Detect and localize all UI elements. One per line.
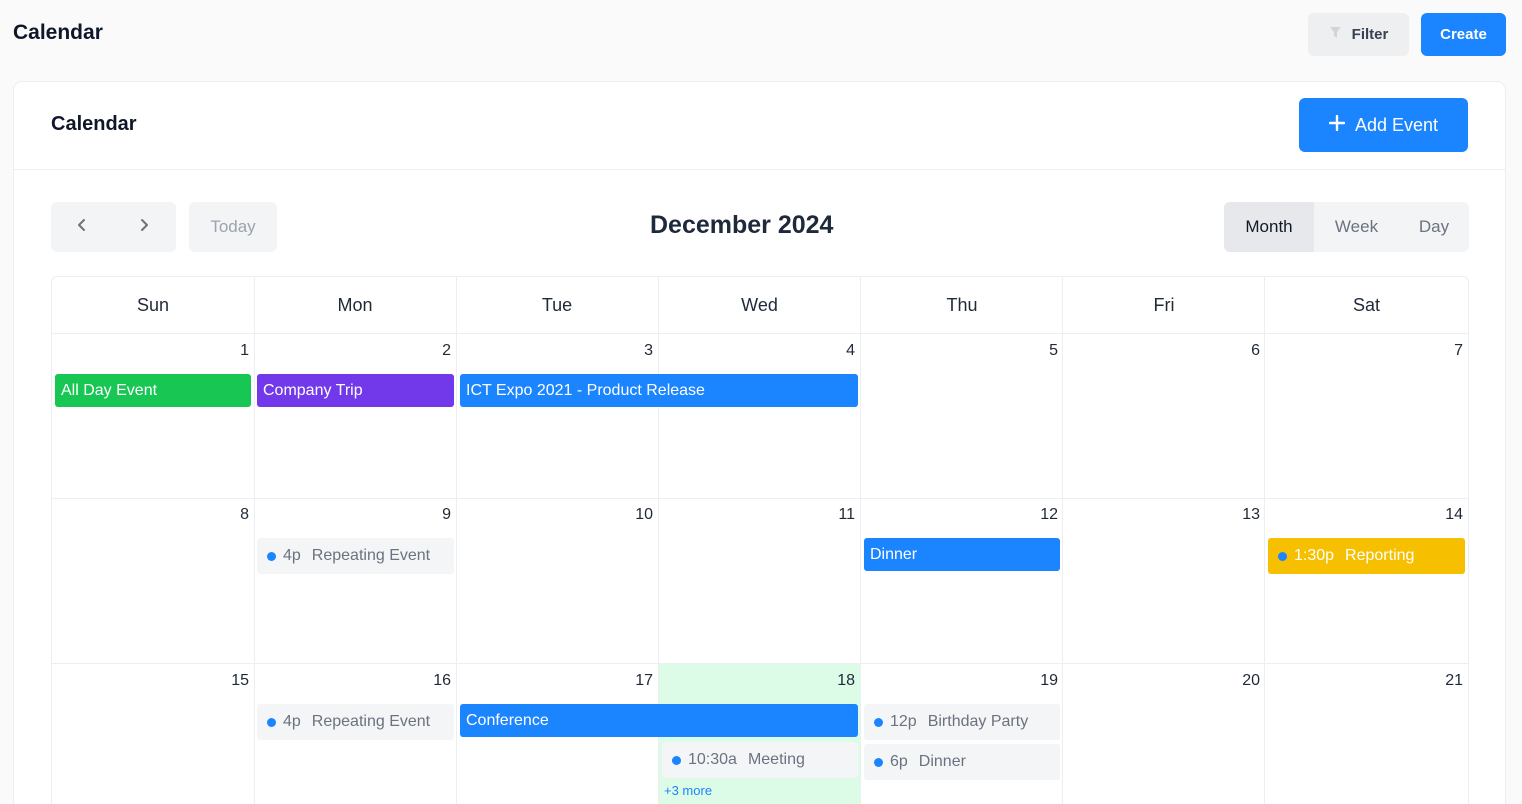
dow-header: Thu xyxy=(861,277,1063,334)
event-item[interactable]: 1:30p Reporting xyxy=(1268,538,1465,574)
day-number[interactable]: 3 xyxy=(623,342,653,360)
grid-divider xyxy=(456,277,457,804)
day-number[interactable]: 21 xyxy=(1433,672,1463,690)
dow-header: Wed xyxy=(658,277,861,334)
month-grid: Sun Mon Tue Wed Thu Fri Sat 1 2 3 4 5 6 … xyxy=(51,276,1469,804)
event-dot xyxy=(1278,551,1287,561)
event-dot xyxy=(874,757,883,767)
calendar-card: Calendar Add Event Today December 2024 M… xyxy=(13,81,1506,804)
view-week-button[interactable]: Week xyxy=(1314,202,1399,252)
event-dot xyxy=(267,717,276,727)
dow-header: Sun xyxy=(52,277,254,334)
filter-icon xyxy=(1329,26,1342,44)
day-number[interactable]: 2 xyxy=(421,342,451,360)
event-dot xyxy=(874,717,883,727)
grid-divider xyxy=(1062,277,1063,804)
dow-header: Fri xyxy=(1063,277,1265,334)
day-number[interactable]: 10 xyxy=(623,506,653,524)
event-bar[interactable]: Company Trip xyxy=(257,374,454,407)
event-title: Meeting xyxy=(747,751,805,768)
day-number[interactable]: 13 xyxy=(1230,506,1260,524)
day-number[interactable]: 15 xyxy=(219,672,249,690)
event-time: 6p xyxy=(890,753,908,770)
today-button[interactable]: Today xyxy=(189,202,277,252)
top-bar: Calendar Filter Create xyxy=(0,0,1522,70)
event-dot xyxy=(267,551,276,561)
plus-icon xyxy=(1328,114,1346,136)
day-number[interactable]: 8 xyxy=(219,506,249,524)
event-bar[interactable]: All Day Event xyxy=(55,374,251,407)
event-bar[interactable]: Dinner xyxy=(864,538,1060,571)
event-time: 4p xyxy=(283,547,301,564)
event-bar[interactable]: ICT Expo 2021 - Product Release xyxy=(460,374,858,407)
filter-button-label: Filter xyxy=(1351,26,1389,43)
view-day-button[interactable]: Day xyxy=(1399,202,1469,252)
add-event-button[interactable]: Add Event xyxy=(1299,98,1468,152)
event-time: 10:30a xyxy=(688,751,737,768)
page-title: Calendar xyxy=(13,21,103,44)
card-title: Calendar xyxy=(51,113,137,135)
month-title: December 2024 xyxy=(650,211,834,239)
event-title: Repeating Event xyxy=(311,713,431,730)
event-title: Dinner xyxy=(918,753,966,770)
event-dot xyxy=(672,755,681,765)
day-number[interactable]: 17 xyxy=(623,672,653,690)
event-title: Birthday Party xyxy=(927,713,1029,730)
event-item[interactable]: 12p Birthday Party xyxy=(864,704,1060,740)
grid-divider xyxy=(1264,277,1265,804)
add-event-label: Add Event xyxy=(1354,114,1439,135)
dow-header: Tue xyxy=(456,277,658,334)
event-item[interactable]: 10:30a Meeting xyxy=(662,742,858,778)
nav-button-group xyxy=(51,202,176,252)
prev-month-button[interactable] xyxy=(51,202,113,252)
event-title: Repeating Event xyxy=(311,547,431,564)
event-item[interactable]: 6p Dinner xyxy=(864,744,1060,780)
event-bar[interactable]: Conference xyxy=(460,704,858,737)
event-time: 4p xyxy=(283,713,301,730)
day-number[interactable]: 18 xyxy=(825,672,855,690)
dow-header: Mon xyxy=(254,277,456,334)
day-number[interactable]: 9 xyxy=(421,506,451,524)
grid-divider xyxy=(52,663,1468,664)
view-month-button[interactable]: Month xyxy=(1224,202,1314,252)
create-button[interactable]: Create xyxy=(1421,13,1506,56)
day-number[interactable]: 4 xyxy=(825,342,855,360)
day-number[interactable]: 1 xyxy=(219,342,249,360)
day-number[interactable]: 7 xyxy=(1433,342,1463,360)
day-number[interactable]: 20 xyxy=(1230,672,1260,690)
event-time: 12p xyxy=(890,713,917,730)
grid-divider xyxy=(254,277,255,804)
day-number[interactable]: 19 xyxy=(1028,672,1058,690)
dow-header: Sat xyxy=(1265,277,1468,334)
filter-button[interactable]: Filter xyxy=(1308,13,1409,56)
day-number[interactable]: 12 xyxy=(1028,506,1058,524)
grid-divider xyxy=(860,277,861,804)
chevron-left-icon xyxy=(77,218,87,237)
event-title: Reporting xyxy=(1345,547,1415,564)
more-events-link[interactable]: +3 more xyxy=(664,783,712,798)
event-item[interactable]: 4p Repeating Event xyxy=(257,704,454,740)
card-header: Calendar Add Event xyxy=(14,82,1505,170)
day-number[interactable]: 16 xyxy=(421,672,451,690)
day-number[interactable]: 11 xyxy=(825,506,855,524)
grid-divider xyxy=(52,498,1468,499)
view-switcher: Month Week Day xyxy=(1224,202,1469,252)
day-number[interactable]: 5 xyxy=(1028,342,1058,360)
chevron-right-icon xyxy=(139,218,149,237)
day-number[interactable]: 14 xyxy=(1433,506,1463,524)
next-month-button[interactable] xyxy=(113,202,175,252)
day-number[interactable]: 6 xyxy=(1230,342,1260,360)
event-time: 1:30p xyxy=(1294,547,1335,564)
event-item[interactable]: 4p Repeating Event xyxy=(257,538,454,574)
